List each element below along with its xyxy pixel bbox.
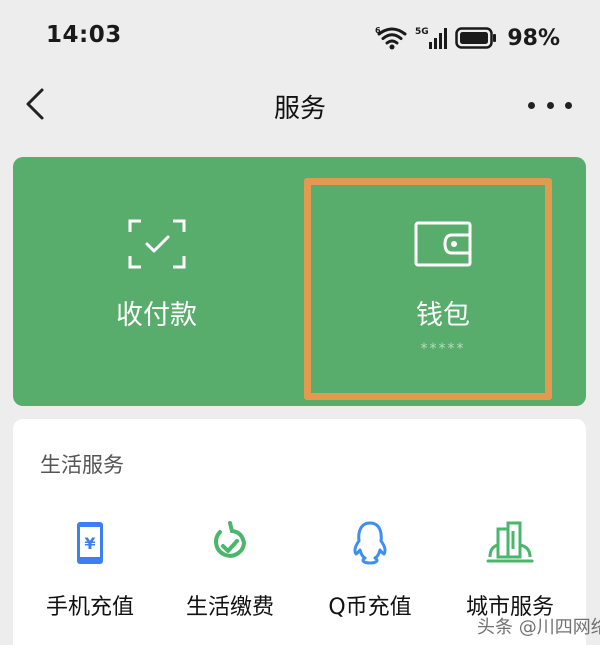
service-label: 生活缴费: [185, 595, 274, 620]
section-title: 生活服务: [40, 453, 124, 477]
status-bar: 14:03 6 5G 98%: [0, 0, 600, 76]
more-options-button[interactable]: [528, 90, 572, 120]
service-item-phone-recharge[interactable]: ¥ 手机充值: [20, 519, 160, 629]
navigation-bar: 服务: [0, 76, 600, 136]
service-label: 手机充值: [45, 595, 134, 620]
network-type-text: 5G: [415, 27, 429, 37]
utility-payment-icon: [214, 521, 247, 558]
page-title: 服务: [273, 94, 326, 124]
scan-check-icon: [128, 219, 185, 269]
service-label: Q币充值: [328, 595, 412, 620]
battery-icon: [455, 27, 497, 49]
svg-text:¥: ¥: [84, 534, 95, 553]
status-time: 14:03: [46, 22, 122, 48]
service-item-qq-coin[interactable]: Q币充值: [300, 519, 440, 629]
receive-pay-button[interactable]: 收付款: [13, 157, 300, 406]
wallet-masked-balance: *****: [420, 341, 466, 357]
wifi-icon: 6: [375, 26, 407, 50]
watermark: 头条 @川四网络: [477, 617, 600, 638]
wallet-label: 钱包: [416, 300, 470, 331]
receive-pay-label: 收付款: [116, 300, 197, 331]
wallet-button[interactable]: 钱包 *****: [300, 157, 586, 406]
cellular-signal-icon: 5G: [415, 27, 448, 49]
pay-wallet-card: 收付款 钱包 *****: [13, 157, 586, 406]
city-service-icon: [486, 521, 534, 563]
status-icons: 6 5G 98%: [375, 24, 560, 52]
phone-recharge-icon: ¥: [77, 522, 103, 564]
service-item-utility-payment[interactable]: 生活缴费: [160, 519, 300, 629]
wifi-badge-text: 6: [375, 26, 381, 35]
wallet-icon: [414, 221, 472, 267]
life-services-card: 生活服务 ¥ 手机充值 生活缴费 Q币充值 城市服务: [13, 419, 586, 645]
more-dots-icon: [528, 101, 535, 109]
battery-percent: 98%: [507, 25, 560, 51]
qq-coin-icon: [353, 521, 387, 565]
